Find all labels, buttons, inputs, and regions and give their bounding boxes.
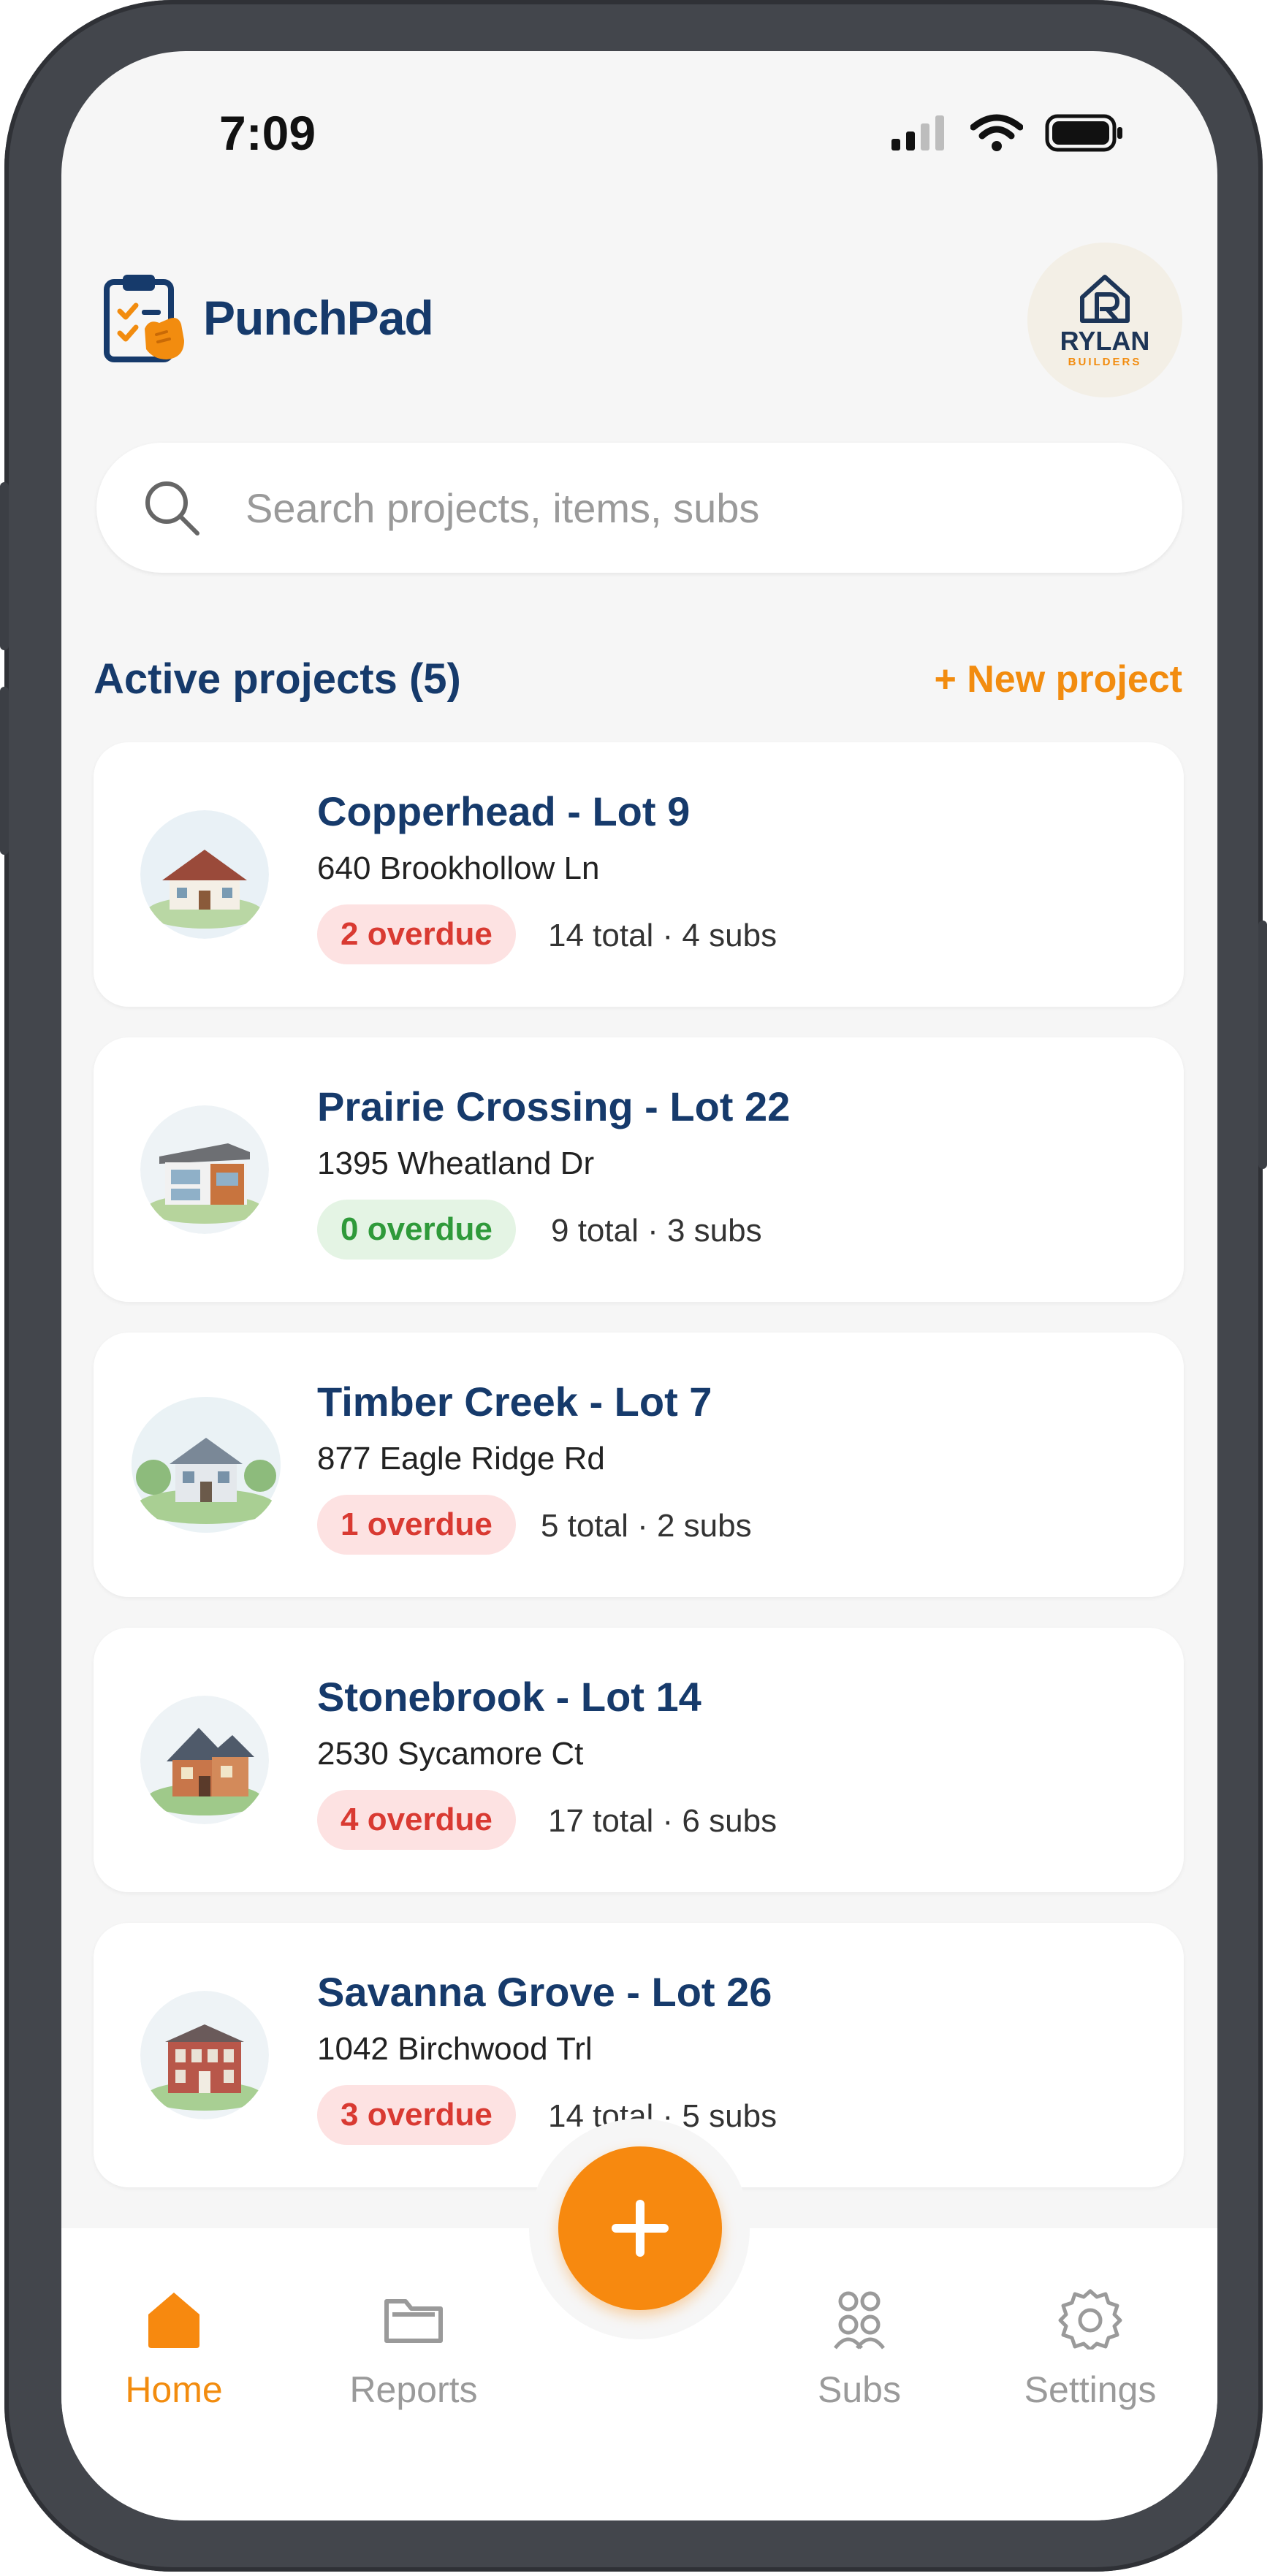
project-stats: 14 total · 4 subs: [548, 918, 777, 953]
side-button: [0, 482, 9, 650]
house-thumbnail: [140, 1696, 269, 1824]
overdue-badge: 4 overdue: [317, 1790, 516, 1850]
project-name: Savanna Grove - Lot 26: [317, 1969, 772, 2015]
house-thumbnail: [132, 1397, 281, 1533]
plus-icon: [612, 2200, 669, 2257]
overdue-badge: 3 overdue: [317, 2085, 516, 2145]
project-card[interactable]: Timber Creek - Lot 7 877 Eagle Ridge Rd …: [94, 1333, 1184, 1597]
clipboard-hand-icon: [104, 275, 184, 362]
project-card[interactable]: Stonebrook - Lot 14 2530 Sycamore Ct 4 o…: [94, 1628, 1184, 1892]
project-name: Stonebrook - Lot 14: [317, 1674, 701, 1720]
project-name: Timber Creek - Lot 7: [317, 1379, 712, 1425]
project-address: 2530 Sycamore Ct: [317, 1736, 584, 1772]
wifi-icon: [970, 114, 1023, 151]
app-name: PunchPad: [203, 291, 434, 345]
section-title: Active projects (5): [94, 655, 461, 703]
company-name: RYLAN: [1060, 326, 1150, 356]
app-logo: PunchPad: [102, 270, 434, 365]
overdue-badge: 2 overdue: [317, 904, 516, 964]
battery-icon: [1045, 114, 1122, 152]
side-button: [1258, 921, 1267, 1169]
nav-reports[interactable]: Reports: [319, 2287, 509, 2411]
house-thumbnail: [140, 1991, 269, 2119]
nav-label: Reports: [349, 2369, 478, 2410]
project-name: Copperhead - Lot 9: [317, 788, 691, 834]
project-list: Copperhead - Lot 9 640 Brookhollow Ln 2 …: [94, 742, 1184, 2218]
folder-icon: [384, 2299, 443, 2343]
house-thumbnail: [140, 1105, 269, 1234]
nav-settings[interactable]: Settings: [995, 2287, 1185, 2411]
people-icon: [834, 2291, 885, 2350]
project-address: 877 Eagle Ridge Rd: [317, 1441, 605, 1476]
project-card[interactable]: Copperhead - Lot 9 640 Brookhollow Ln 2 …: [94, 742, 1184, 1007]
app-screen: 7:09 PunchPad RYLAN BUILDERS Search proj…: [61, 51, 1217, 2520]
nav-label: Home: [125, 2369, 223, 2410]
home-icon: [148, 2293, 199, 2348]
house-thumbnail: [140, 810, 269, 939]
project-stats: 17 total · 6 subs: [548, 1803, 777, 1839]
side-button: [0, 687, 9, 855]
project-name: Prairie Crossing - Lot 22: [317, 1083, 791, 1129]
search-bar[interactable]: [96, 443, 1182, 573]
signal-icon: [891, 115, 944, 150]
project-address: 640 Brookhollow Ln: [317, 850, 600, 886]
project-address: 1395 Wheatland Dr: [317, 1146, 595, 1181]
company-logo-icon: [1080, 275, 1130, 323]
status-icons: [891, 114, 1124, 152]
nav-label: Settings: [1024, 2369, 1157, 2410]
gear-icon: [1058, 2289, 1122, 2350]
phone-frame: 7:09 PunchPad RYLAN BUILDERS Search proj…: [0, 0, 1267, 2572]
project-stats: 9 total · 3 subs: [551, 1213, 762, 1249]
project-address: 1042 Birchwood Trl: [317, 2031, 593, 2067]
company-avatar[interactable]: RYLAN BUILDERS: [1027, 243, 1182, 397]
nav-home[interactable]: Home: [79, 2287, 269, 2411]
nav-label: Subs: [818, 2369, 901, 2410]
company-subtitle: BUILDERS: [1068, 356, 1142, 368]
add-button[interactable]: [558, 2146, 722, 2310]
search-icon: [145, 481, 199, 536]
overdue-badge: 1 overdue: [317, 1495, 516, 1555]
project-card[interactable]: Prairie Crossing - Lot 22 1395 Wheatland…: [94, 1037, 1184, 1302]
project-stats: 5 total · 2 subs: [541, 1508, 752, 1544]
status-time: 7:09: [219, 106, 316, 160]
search-input[interactable]: [244, 483, 1124, 533]
nav-subs[interactable]: Subs: [764, 2287, 954, 2411]
overdue-badge: 0 overdue: [317, 1200, 516, 1260]
new-project-button[interactable]: + New project: [934, 658, 1182, 701]
